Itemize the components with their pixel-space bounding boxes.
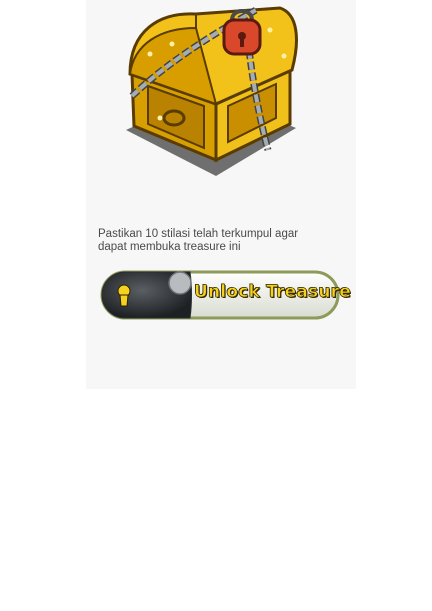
treasure-chest-image [120, 0, 306, 180]
unlock-treasure-button[interactable]: Unlock Treasure [100, 270, 351, 320]
unlock-treasure-label: Unlock Treasure [194, 282, 351, 303]
treasure-panel: Pastikan 10 stilasi telah terkumpul agar… [86, 0, 356, 389]
unlock-instruction-text: Pastikan 10 stilasi telah terkumpul agar… [98, 228, 299, 253]
treasure-chest-locked-icon [126, 6, 298, 176]
